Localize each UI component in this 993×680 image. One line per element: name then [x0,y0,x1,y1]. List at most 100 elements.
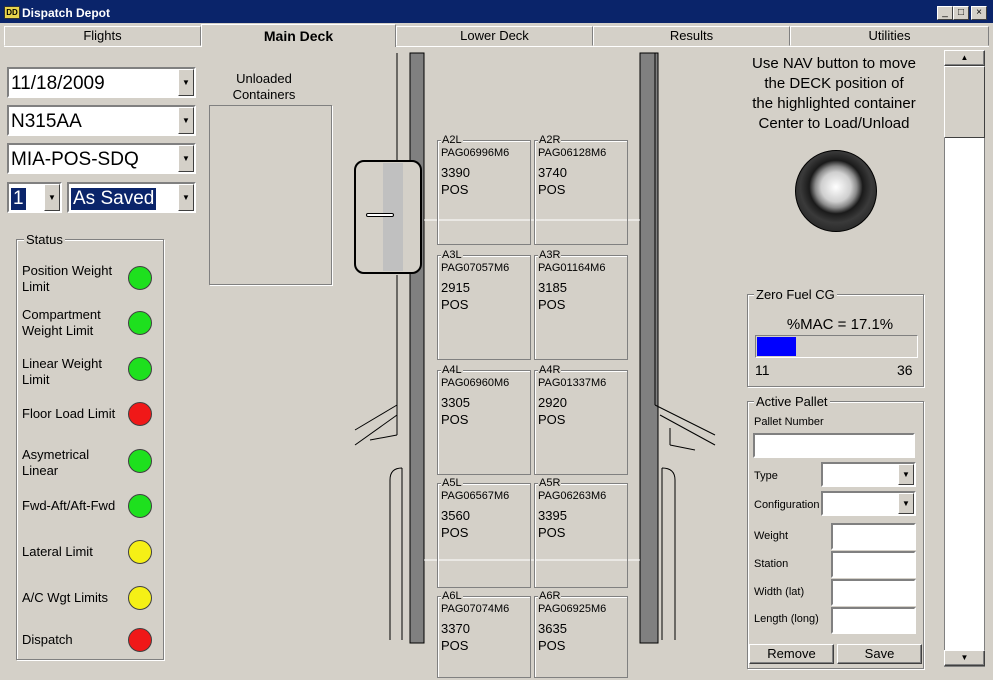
pallet-weight: 3305 [441,395,470,410]
pallet-weight: 3370 [441,621,470,636]
mac-max-label: 36 [897,362,913,378]
version-value: 1 [11,188,26,210]
pallet-number-input[interactable] [753,433,915,458]
tab-panel-border [4,46,989,47]
nav-instructions: Use NAV button to move the DECK position… [732,54,936,134]
position-code: A6L [441,590,463,602]
save-button[interactable]: Save [837,644,922,664]
status-label-lateral: Lateral Limit [22,544,93,559]
status-light-linear-weight [128,357,152,381]
chevron-down-icon[interactable]: ▼ [178,145,194,172]
weight-input[interactable] [831,523,916,550]
length-input[interactable] [831,607,916,634]
tab-flights[interactable]: Flights [4,26,201,46]
minimize-button[interactable]: _ [937,6,953,20]
close-button[interactable]: × [971,6,987,20]
tab-utilities[interactable]: Utilities [790,26,989,46]
pallet-id: PAG06960M6 [441,377,510,389]
station-label: Station [754,558,789,570]
pallet-weight: 3635 [538,621,567,636]
tail-select[interactable]: N315AA ▼ [7,105,196,136]
tail-value: N315AA [11,111,82,132]
pallet-destination: POS [538,182,566,197]
position-slot-a5l[interactable]: A5L PAG06567M6 3560 POS [437,477,531,588]
width-label: Width (lat) [754,586,805,598]
status-label-linear-weight: Linear Weight Limit [22,356,102,387]
status-label-dispatch: Dispatch [22,632,73,647]
weight-label: Weight [754,530,789,542]
status-light-position-weight [128,266,152,290]
nav-instruction-line: the highlighted container [752,95,916,112]
mac-progress-fill [757,337,796,356]
position-code: A2R [538,134,562,146]
date-select[interactable]: 11/18/2009 ▼ [7,67,196,98]
position-slot-a4l[interactable]: A4L PAG06960M6 3305 POS [437,364,531,475]
status-light-ac-wgt [128,586,152,610]
scroll-down-button[interactable]: ▼ [944,650,985,666]
status-light-fwd-aft [128,494,152,518]
tab-lower-deck[interactable]: Lower Deck [396,26,593,46]
type-select[interactable]: ▼ [821,462,916,487]
pallet-weight: 2920 [538,395,567,410]
maximize-button[interactable]: □ [953,6,969,20]
status-light-lateral [128,540,152,564]
width-input[interactable] [831,579,916,606]
mac-min-label: 11 [755,362,770,378]
station-input[interactable] [831,551,916,578]
position-code: A4L [441,364,463,376]
position-slot-a3r[interactable]: A3R PAG01164M6 3185 POS [534,249,628,360]
scroll-thumb[interactable] [944,66,985,138]
position-slot-a4r[interactable]: A4R PAG01337M6 2920 POS [534,364,628,475]
chevron-down-icon[interactable]: ▼ [178,184,194,211]
unloaded-containers-label: Unloaded Containers [232,71,296,102]
status-label-asymetrical-linear: Asymetrical Linear [22,447,90,478]
pallet-destination: POS [538,297,566,312]
chevron-down-icon[interactable]: ▼ [44,184,60,211]
status-label-floor-load: Floor Load Limit [22,406,116,421]
airplane-icon [366,213,394,217]
position-slot-a3l[interactable]: A3L PAG07057M6 2915 POS [437,249,531,360]
window-title: Dispatch Depot [22,6,111,20]
chevron-down-icon[interactable]: ▼ [178,107,194,134]
status-light-compartment-weight [128,311,152,335]
status-label-position-weight: Position Weight Limit [22,263,113,294]
route-select[interactable]: MIA-POS-SDQ ▼ [7,143,196,174]
configuration-select[interactable]: ▼ [821,491,916,516]
position-code: A3L [441,249,463,261]
pallet-destination: POS [441,297,469,312]
position-slot-a2r[interactable]: A2R PAG06128M6 3740 POS [534,134,628,245]
chevron-down-icon[interactable]: ▼ [178,69,194,96]
pallet-destination: POS [441,638,469,653]
scroll-up-button[interactable]: ▲ [944,50,985,66]
configuration-label: Configuration [754,499,820,511]
version-select[interactable]: 1 ▼ [7,182,62,213]
position-slot-a6r[interactable]: A6R PAG06925M6 3635 POS [534,590,628,678]
deck-cursor-track [383,163,403,271]
status-light-floor-load [128,402,152,426]
status-label-ac-wgt: A/C Wgt Limits [22,590,108,605]
position-slot-a2l[interactable]: A2L PAG06996M6 3390 POS [437,134,531,245]
pallet-weight: 3740 [538,165,567,180]
pallet-weight: 2915 [441,280,470,295]
pallet-weight: 3185 [538,280,567,295]
position-slot-a5r[interactable]: A5R PAG06263M6 3395 POS [534,477,628,588]
unloaded-containers-area[interactable] [209,105,332,285]
tab-main-deck[interactable]: Main Deck [201,24,396,47]
mac-progress-bar [755,335,918,358]
tab-results[interactable]: Results [593,26,790,46]
pallet-destination: POS [441,182,469,197]
tab-bar: Flights Main Deck Lower Deck Results Uti… [4,24,989,47]
pallet-weight: 3395 [538,508,567,523]
pallet-id: PAG07057M6 [441,262,510,274]
vertical-scrollbar[interactable] [944,50,985,667]
pallet-id: PAG06996M6 [441,147,510,159]
chevron-down-icon[interactable]: ▼ [898,464,914,485]
remove-button[interactable]: Remove [749,644,834,664]
position-slot-a6l[interactable]: A6L PAG07074M6 3370 POS [437,590,531,678]
zero-fuel-cg-title: Zero Fuel CG [754,287,837,302]
pallet-destination: POS [441,412,469,427]
pallet-id: PAG06128M6 [538,147,607,159]
chevron-down-icon[interactable]: ▼ [898,493,914,514]
mode-select[interactable]: As Saved ▼ [67,182,196,213]
nav-button[interactable] [795,150,877,232]
